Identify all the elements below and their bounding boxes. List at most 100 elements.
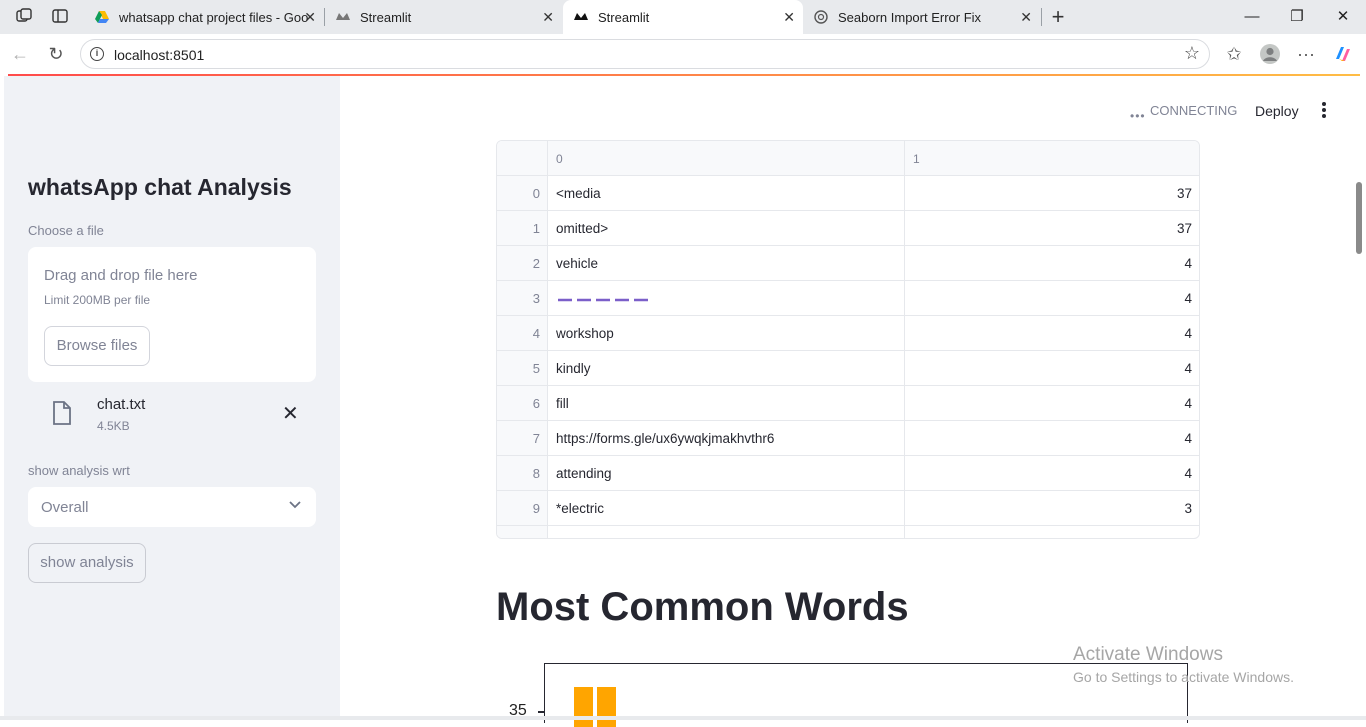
address-bar: ← ↻ i localhost:8501 ☆ ✩ ··· bbox=[0, 34, 1366, 74]
uploaded-file-name: chat.txt bbox=[97, 396, 146, 413]
word-cell: kindly bbox=[556, 361, 591, 376]
table-row[interactable]: 9 *electric 3 bbox=[497, 491, 1199, 526]
url-text: localhost:8501 bbox=[114, 47, 205, 63]
file-limit-text: Limit 200MB per file bbox=[44, 293, 151, 307]
column-divider bbox=[904, 246, 905, 280]
more-options-icon[interactable]: ··· bbox=[1295, 43, 1317, 65]
close-icon[interactable]: ✕ bbox=[783, 9, 795, 26]
table-row[interactable]: 6 fill 4 bbox=[497, 386, 1199, 421]
row-index: 4 bbox=[532, 326, 540, 341]
google-drive-icon bbox=[94, 9, 110, 25]
row-index: 9 bbox=[532, 501, 540, 516]
row-index-cell: 6 bbox=[497, 386, 548, 420]
word-cell: fill bbox=[556, 396, 569, 411]
close-icon[interactable]: ✕ bbox=[1020, 9, 1032, 26]
table-row[interactable]: 3 4 bbox=[497, 281, 1199, 316]
word-cell: workshop bbox=[556, 326, 614, 341]
workspaces-icon[interactable] bbox=[14, 7, 34, 27]
deploy-button[interactable]: Deploy bbox=[1255, 103, 1299, 119]
column-header-1[interactable]: 1 bbox=[913, 152, 920, 166]
table-row[interactable]: 0 <media 37 bbox=[497, 176, 1199, 211]
index-header bbox=[497, 141, 548, 175]
url-input[interactable]: i localhost:8501 ☆ bbox=[80, 39, 1210, 69]
tab-divider bbox=[1041, 8, 1042, 26]
table-row[interactable]: 2 vehicle 4 bbox=[497, 246, 1199, 281]
row-index-cell: 7 bbox=[497, 421, 548, 455]
row-index-cell: 8 bbox=[497, 456, 548, 490]
row-index-cell: 0 bbox=[497, 176, 548, 210]
column-divider bbox=[904, 351, 905, 385]
chart-bar bbox=[574, 687, 593, 727]
info-icon[interactable]: i bbox=[90, 47, 104, 61]
sidebar-title: whatsApp chat Analysis bbox=[28, 174, 292, 200]
back-icon[interactable]: ← bbox=[9, 43, 31, 65]
refresh-icon[interactable]: ↻ bbox=[45, 43, 67, 65]
table-row[interactable]: 4 workshop 4 bbox=[497, 316, 1199, 351]
row-index: 0 bbox=[532, 186, 540, 201]
close-icon[interactable]: ✕ bbox=[542, 9, 554, 26]
word-cell: <media bbox=[556, 186, 601, 201]
show-analysis-button[interactable]: show analysis bbox=[28, 543, 146, 583]
scrollbar-thumb[interactable] bbox=[1356, 182, 1362, 254]
analysis-user-select[interactable]: Overall bbox=[28, 487, 316, 527]
column-divider bbox=[904, 491, 905, 525]
main-menu-icon[interactable] bbox=[1322, 102, 1326, 120]
tab-streamlit-1[interactable]: Streamlit ✕ bbox=[325, 0, 562, 34]
window-close-icon[interactable]: ✕ bbox=[1320, 0, 1366, 34]
tab-actions-icon[interactable] bbox=[50, 7, 70, 27]
word-cell: attending bbox=[556, 466, 612, 481]
column-header-0[interactable]: 0 bbox=[556, 152, 563, 166]
restore-icon[interactable]: ❐ bbox=[1274, 0, 1320, 34]
count-cell: 4 bbox=[1184, 396, 1192, 411]
file-uploader-dropzone[interactable]: Drag and drop file here Limit 200MB per … bbox=[28, 247, 316, 382]
favorite-star-icon[interactable]: ☆ bbox=[1184, 43, 1200, 64]
copilot-icon[interactable] bbox=[1332, 43, 1354, 65]
browser-titlebar: whatsapp chat project files - Goo ✕ Stre… bbox=[0, 0, 1366, 34]
column-divider bbox=[904, 421, 905, 455]
favorites-icon[interactable]: ✩ bbox=[1223, 43, 1245, 65]
table-row[interactable]: 7 https://forms.gle/ux6ywqkjmakhvthr6 4 bbox=[497, 421, 1199, 456]
tab-title: Seaborn Import Error Fix bbox=[838, 9, 982, 25]
drag-drop-text: Drag and drop file here bbox=[44, 267, 198, 284]
tab-seaborn[interactable]: Seaborn Import Error Fix ✕ bbox=[803, 0, 1040, 34]
tab-title: Streamlit bbox=[598, 9, 650, 25]
streamlit-icon bbox=[335, 9, 351, 25]
profile-avatar[interactable] bbox=[1259, 43, 1281, 65]
row-index: 6 bbox=[532, 396, 540, 411]
table-row[interactable]: 8 attending 4 bbox=[497, 456, 1199, 491]
tab-streamlit-active[interactable]: Streamlit ✕ bbox=[563, 0, 803, 34]
dataframe-header: 0 1 bbox=[497, 141, 1199, 176]
row-index: 8 bbox=[532, 466, 540, 481]
common-words-dataframe[interactable]: 0 1 0 <media 37 1 omitted> 37 2 vehicle … bbox=[496, 140, 1200, 539]
table-row[interactable]: 5 kindly 4 bbox=[497, 351, 1199, 386]
tab-drive[interactable]: whatsapp chat project files - Goo ✕ bbox=[84, 0, 324, 34]
y-tick-mark bbox=[538, 711, 544, 713]
row-index-cell: 5 bbox=[497, 351, 548, 385]
close-icon[interactable]: ✕ bbox=[304, 9, 316, 26]
word-cell: *electric bbox=[556, 501, 605, 516]
tab-title: Streamlit bbox=[360, 9, 412, 25]
column-divider bbox=[904, 526, 905, 538]
file-icon bbox=[52, 401, 72, 425]
column-divider bbox=[904, 281, 905, 315]
row-index-cell: 4 bbox=[497, 316, 548, 350]
row-index: 2 bbox=[532, 256, 540, 271]
browse-files-button[interactable]: Browse files bbox=[44, 326, 150, 366]
count-cell: 4 bbox=[1184, 291, 1192, 306]
tab-title: whatsapp chat project files - Goo bbox=[119, 9, 309, 25]
dashed-line-glyph bbox=[556, 293, 652, 308]
table-row[interactable]: 1 omitted> 37 bbox=[497, 211, 1199, 246]
select-label: show analysis wrt bbox=[28, 463, 130, 478]
minimize-icon[interactable]: — bbox=[1229, 0, 1275, 34]
chart-bar bbox=[597, 687, 616, 727]
word-cell: https://forms.gle/ux6ywqkjmakhvthr6 bbox=[556, 431, 775, 446]
count-cell: 37 bbox=[1176, 186, 1192, 201]
remove-file-icon[interactable]: ✕ bbox=[282, 404, 299, 424]
scrollbar-track[interactable] bbox=[1354, 76, 1366, 716]
row-index: 3 bbox=[532, 291, 540, 306]
count-cell: 3 bbox=[1184, 501, 1192, 516]
row-index-cell: 3 bbox=[497, 281, 548, 315]
new-tab-icon[interactable]: + bbox=[1048, 6, 1068, 28]
connecting-dots-icon: ••• bbox=[1130, 109, 1146, 123]
word-cell: vehicle bbox=[556, 256, 599, 271]
